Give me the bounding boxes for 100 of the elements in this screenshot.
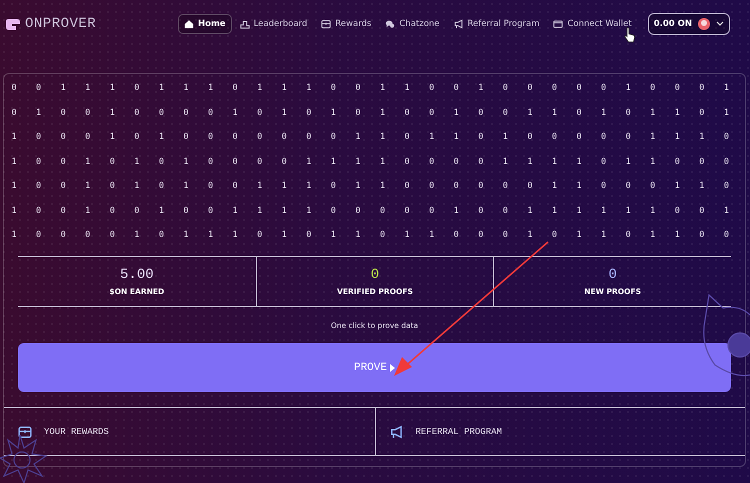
binary-digit: 0 — [206, 106, 214, 120]
binary-digit: 0 — [305, 131, 312, 144]
binary-digit: 1 — [182, 229, 190, 242]
binary-digit: 1 — [280, 229, 288, 242]
binary-digit: 0 — [84, 131, 92, 144]
binary-digit: 1 — [722, 82, 730, 95]
binary-digit: 0 — [452, 156, 460, 168]
binary-digit: 0 — [477, 106, 484, 120]
binary-digit: 0 — [624, 229, 632, 242]
binary-digit: 0 — [280, 156, 288, 168]
binary-digit: 0 — [256, 156, 264, 168]
binary-digit: 0 — [404, 156, 411, 168]
binary-digit: 1 — [305, 204, 312, 218]
nav-link[interactable]: Connect Wallet — [547, 14, 638, 34]
binary-digit: 0 — [133, 82, 140, 95]
binary-digit: 0 — [354, 204, 362, 218]
binary-digit: 1 — [575, 180, 583, 193]
nav-link[interactable]: Leaderboard — [234, 14, 314, 34]
balance-dropdown[interactable]: 0.00 ON — [648, 13, 730, 35]
binary-digit: 0 — [354, 106, 362, 120]
binary-digit: 0 — [428, 82, 436, 95]
binary-digit: 0 — [158, 229, 165, 242]
binary-digit: 1 — [158, 204, 165, 218]
binary-digit: 1 — [280, 204, 288, 218]
binary-digit: 1 — [575, 204, 583, 218]
binary-digit: 1 — [698, 180, 706, 193]
binary-digit: 0 — [10, 82, 18, 95]
binary-digit: 0 — [232, 180, 239, 193]
binary-digit: 0 — [182, 106, 190, 120]
binary-digit: 0 — [404, 106, 411, 120]
binary-digit: 1 — [84, 156, 92, 168]
binary-digit: 0 — [35, 131, 42, 144]
nav-link[interactable]: Referral Program — [448, 14, 546, 34]
binary-digit: 0 — [575, 82, 583, 95]
prove-button[interactable]: PROVE — [18, 343, 731, 392]
binary-digit: 1 — [526, 229, 534, 242]
binary-digit: 0 — [452, 82, 460, 95]
section-link[interactable]: REFERRAL PROGRAM — [374, 408, 745, 455]
binary-digit: 0 — [600, 82, 608, 95]
binary-digit: 1 — [305, 82, 312, 95]
binary-digit: 1 — [502, 131, 509, 144]
nav-link[interactable]: Home — [178, 14, 232, 34]
binary-digit: 1 — [133, 229, 140, 242]
binary-digit: 1 — [674, 229, 681, 242]
binary-digit: 1 — [674, 131, 681, 144]
binary-digit: 1 — [182, 156, 190, 168]
binary-digit: 0 — [232, 131, 239, 144]
binary-digit: 0 — [722, 131, 730, 144]
binary-digit: 1 — [526, 106, 534, 120]
binary-digit: 0 — [182, 204, 190, 218]
binary-digit: 0 — [84, 229, 92, 242]
binary-digit: 1 — [354, 131, 362, 144]
binary-digit: 1 — [35, 106, 42, 120]
binary-digit: 0 — [477, 156, 484, 168]
binary-digit: 1 — [305, 156, 312, 168]
binary-digit: 1 — [108, 82, 116, 95]
binary-digit: 0 — [206, 156, 214, 168]
binary-digit: 1 — [232, 229, 239, 242]
section-link[interactable]: YOUR REWARDS — [4, 408, 374, 455]
binary-digit: 0 — [256, 131, 264, 144]
nav-link[interactable]: Rewards — [315, 14, 378, 34]
binary-digit: 0 — [256, 229, 264, 242]
binary-digit: 0 — [649, 180, 656, 193]
binary-digit: 1 — [575, 156, 583, 168]
binary-digit: 0 — [428, 106, 436, 120]
binary-digit: 0 — [108, 180, 116, 193]
binary-digit: 1 — [722, 106, 730, 120]
binary-digit: 1 — [305, 180, 312, 193]
binary-digit: 0 — [60, 131, 67, 144]
binary-digit: 1 — [256, 82, 264, 95]
binary-digit: 0 — [305, 106, 312, 120]
binary-digit: 0 — [722, 180, 730, 193]
binary-digit: 0 — [502, 229, 509, 242]
binary-digit: 0 — [575, 106, 583, 120]
binary-digit: 0 — [502, 106, 509, 120]
binary-digit: 1 — [84, 204, 92, 218]
binary-digit: 0 — [722, 229, 730, 242]
binary-digit: 0 — [35, 82, 42, 95]
binary-digit: 1 — [108, 106, 116, 120]
binary-digit: 0 — [600, 131, 608, 144]
binary-digit: 0 — [330, 180, 337, 193]
binary-digit: 0 — [10, 106, 18, 120]
binary-digit: 1 — [378, 180, 386, 193]
binary-digit: 0 — [698, 82, 706, 95]
binary-digit: 1 — [354, 180, 362, 193]
binary-digit: 0 — [526, 82, 534, 95]
binary-digit: 0 — [698, 106, 706, 120]
binary-digit: 1 — [550, 204, 558, 218]
binary-digit: 0 — [674, 204, 681, 218]
binary-digit: 0 — [133, 131, 140, 144]
binary-digit: 1 — [698, 131, 706, 144]
binary-digit: 1 — [428, 131, 436, 144]
binary-digit: 1 — [674, 106, 681, 120]
binary-digit: 0 — [133, 106, 140, 120]
binary-digit: 0 — [232, 82, 239, 95]
binary-digit: 0 — [232, 156, 239, 168]
binary-digit: 0 — [698, 229, 706, 242]
nav-link[interactable]: Chatzone — [379, 14, 446, 34]
binary-digit: 1 — [206, 229, 214, 242]
binary-digit: 1 — [649, 229, 656, 242]
